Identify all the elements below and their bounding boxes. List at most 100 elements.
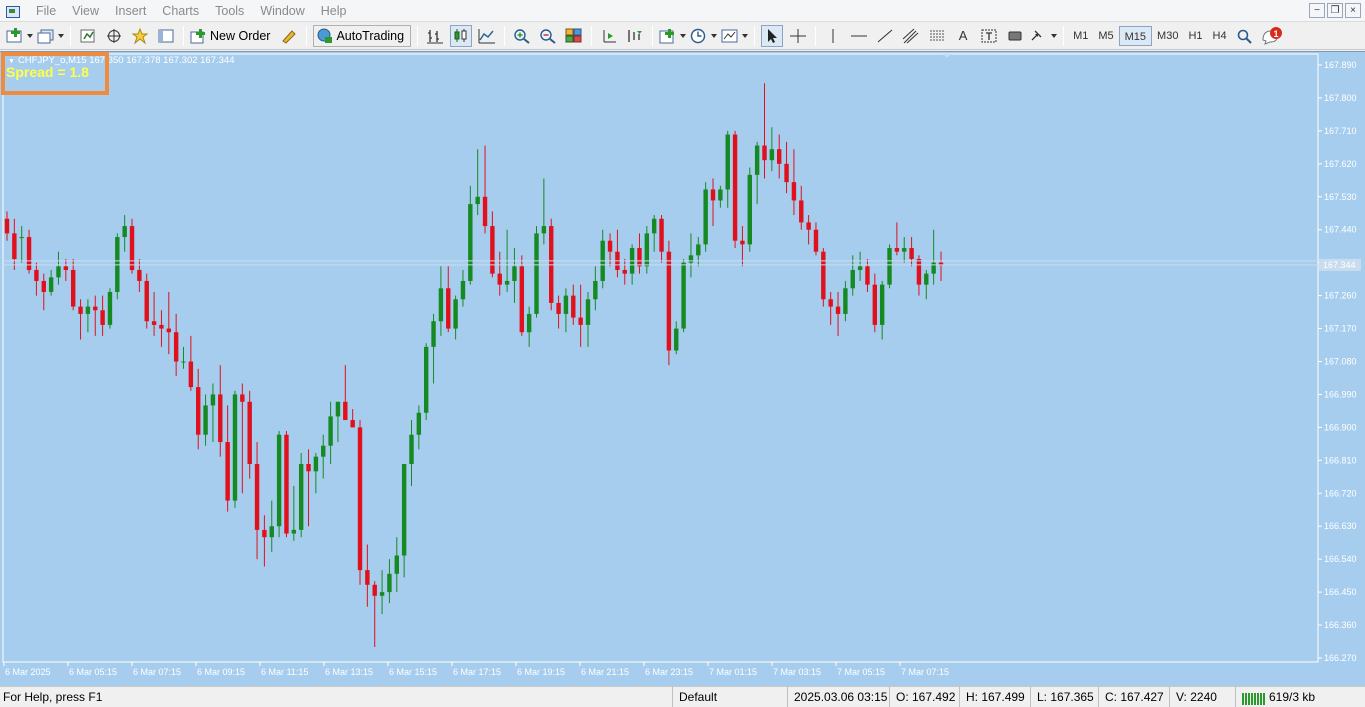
navigator-icon[interactable] xyxy=(103,25,125,47)
bearish-candle xyxy=(343,401,348,421)
bullish-candle xyxy=(468,204,473,281)
timeframe-m15[interactable]: M15 xyxy=(1118,25,1153,46)
bar-chart-icon[interactable] xyxy=(424,25,446,47)
chart-window[interactable]: 167.890 167.800 167.710 167.620 167.530 167.4… xyxy=(0,51,1365,686)
timeframe-m5[interactable]: M5 xyxy=(1093,26,1118,46)
favorites-icon[interactable] xyxy=(129,25,151,47)
timeframe-h4[interactable]: H4 xyxy=(1208,26,1232,46)
y-tick-label: 166.720 xyxy=(1324,488,1357,498)
chart-shift-icon[interactable] xyxy=(598,25,620,47)
cursor-icon[interactable] xyxy=(761,24,784,47)
x-tick-label: 6 Mar 21:15 xyxy=(581,667,629,677)
menu-view[interactable]: View xyxy=(64,0,107,22)
tile-windows-icon[interactable] xyxy=(563,25,585,47)
bar-low: L: 167.365 xyxy=(1030,687,1098,707)
trendline-icon[interactable] xyxy=(874,25,896,47)
bullish-candle xyxy=(541,226,547,234)
bullish-candle xyxy=(843,288,848,314)
menu-tools[interactable]: Tools xyxy=(207,0,252,22)
bullish-candle xyxy=(387,573,392,593)
menu-file[interactable]: File xyxy=(28,0,64,22)
bullish-candle xyxy=(703,189,708,245)
chart-shift-marker[interactable] xyxy=(943,54,951,58)
menu-bar: File View Insert Charts Tools Window Hel… xyxy=(0,0,1365,22)
connection-bars-icon xyxy=(1242,692,1265,705)
crosshair-icon[interactable] xyxy=(787,25,809,47)
bearish-candle xyxy=(262,529,267,538)
bullish-candle xyxy=(269,526,274,538)
bullish-candle xyxy=(423,346,429,413)
profiles-icon[interactable] xyxy=(37,25,64,47)
timeframe-m30[interactable]: M30 xyxy=(1152,26,1183,46)
bullish-candle xyxy=(409,434,414,464)
bullish-candle xyxy=(585,299,591,325)
text-icon[interactable]: A xyxy=(952,25,974,47)
timeframe-h1[interactable]: H1 xyxy=(1183,26,1207,46)
bearish-candle xyxy=(159,324,164,329)
candlestick-icon[interactable] xyxy=(450,24,473,47)
bullish-candle xyxy=(651,218,657,234)
autotrading-button[interactable]: AutoTrading xyxy=(313,24,412,47)
market-watch-icon[interactable] xyxy=(77,25,99,47)
new-order-button[interactable]: New Order xyxy=(190,25,274,47)
bearish-candle xyxy=(909,248,914,260)
horizontal-line-icon[interactable] xyxy=(848,25,870,47)
bullish-candle xyxy=(453,299,458,329)
new-chart-icon[interactable] xyxy=(6,25,33,47)
text-label-icon[interactable] xyxy=(978,25,1000,47)
menu-help[interactable]: Help xyxy=(313,0,355,22)
bearish-candle xyxy=(916,259,922,285)
line-chart-icon[interactable] xyxy=(476,25,498,47)
bullish-candle xyxy=(931,262,936,274)
auto-scroll-icon[interactable] xyxy=(624,25,646,47)
bullish-candle xyxy=(504,280,510,285)
bearish-candle xyxy=(490,226,495,274)
periods-icon[interactable] xyxy=(690,25,717,47)
search-icon[interactable] xyxy=(1234,25,1256,47)
restore-button[interactable]: ❐ xyxy=(1327,3,1343,18)
notifications-icon[interactable]: 1 xyxy=(1260,25,1284,47)
zoom-out-icon[interactable] xyxy=(537,25,559,47)
indicators-icon[interactable] xyxy=(659,25,686,47)
menu-charts[interactable]: Charts xyxy=(154,0,207,22)
bullish-candle xyxy=(747,174,752,245)
templates-icon[interactable] xyxy=(721,25,748,47)
metaeditor-icon[interactable] xyxy=(278,25,300,47)
menu-window[interactable]: Window xyxy=(252,0,312,22)
bullish-candle xyxy=(401,463,407,556)
bullish-candle xyxy=(232,394,238,501)
bearish-candle xyxy=(482,196,488,227)
terminal-icon[interactable] xyxy=(155,25,177,47)
bullish-candle xyxy=(181,361,186,363)
bearish-candle xyxy=(578,317,583,325)
bullish-candle xyxy=(512,266,517,281)
bearish-candle xyxy=(791,182,797,201)
candlestick-chart[interactable]: 167.890 167.800 167.710 167.620 167.530 167.4… xyxy=(0,52,1365,687)
bearish-candle xyxy=(100,310,105,325)
arrows-icon[interactable] xyxy=(1030,25,1057,47)
vertical-line-icon[interactable] xyxy=(822,25,844,47)
menu-insert[interactable]: Insert xyxy=(107,0,154,22)
minimize-button[interactable]: − xyxy=(1309,3,1325,18)
close-button[interactable]: × xyxy=(1345,3,1361,18)
bullish-candle xyxy=(681,262,686,329)
bullish-candle xyxy=(431,321,436,347)
y-tick-label: 166.810 xyxy=(1324,455,1357,465)
equidistant-channel-icon[interactable] xyxy=(900,25,922,47)
x-tick-label: 6 Mar 15:15 xyxy=(389,667,437,677)
bearish-candle xyxy=(129,226,135,270)
bearish-candle xyxy=(637,248,642,267)
rectangle-icon[interactable] xyxy=(1004,25,1026,47)
timeframe-m1[interactable]: M1 xyxy=(1068,26,1093,46)
fibonacci-icon[interactable] xyxy=(926,25,948,47)
bearish-candle xyxy=(78,306,83,314)
x-tick-label: 6 Mar 09:15 xyxy=(197,667,245,677)
bullish-candle xyxy=(48,277,54,292)
bullish-candle xyxy=(769,149,775,161)
bullish-candle xyxy=(475,196,480,205)
y-tick-label: 166.990 xyxy=(1324,389,1357,399)
bearish-candle xyxy=(813,229,819,252)
bearish-candle xyxy=(63,266,69,270)
bearish-candle xyxy=(218,394,223,443)
zoom-in-icon[interactable] xyxy=(511,25,533,47)
